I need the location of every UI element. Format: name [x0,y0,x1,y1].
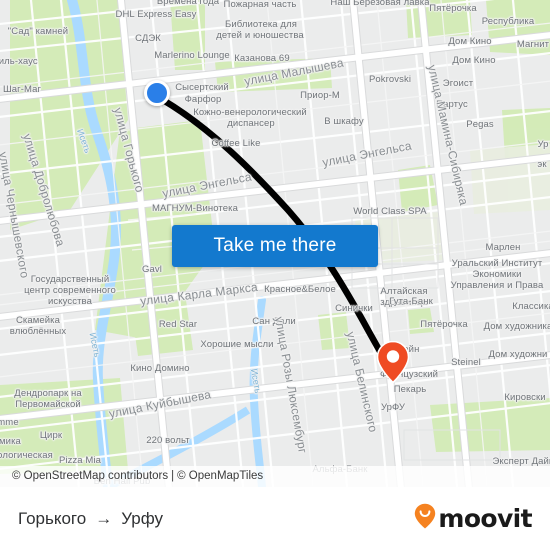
openmaptiles-attribution-link[interactable]: © OpenMapTiles [177,470,263,482]
map-attribution: © OpenStreetMap contributors | © OpenMapTi… [0,466,550,487]
trip-origin-label: Горького [18,508,87,528]
osm-attribution-link[interactable]: © OpenStreetMap contributors [12,470,168,482]
destination-marker[interactable] [376,340,410,384]
trip-summary: Горького → Урфу [18,509,163,529]
moovit-wordmark: moovit [438,504,532,533]
moovit-logo[interactable]: moovit [414,503,533,534]
map-canvas[interactable]: "Сад" камнейтиль-хаусШаг-МагDHL Express … [0,0,550,487]
trip-footer: Горького → Урфу moovit [0,487,550,550]
trip-destination-label: Урфу [121,508,163,528]
take-me-there-button[interactable]: Take me there [172,225,378,267]
arrow-right-icon: → [95,508,113,528]
attribution-separator: | [171,470,175,482]
moovit-pin-icon [414,503,436,534]
origin-marker[interactable] [144,80,170,106]
moovit-trip-map-screen: "Сад" камнейтиль-хаусШаг-МагDHL Express … [0,0,550,550]
